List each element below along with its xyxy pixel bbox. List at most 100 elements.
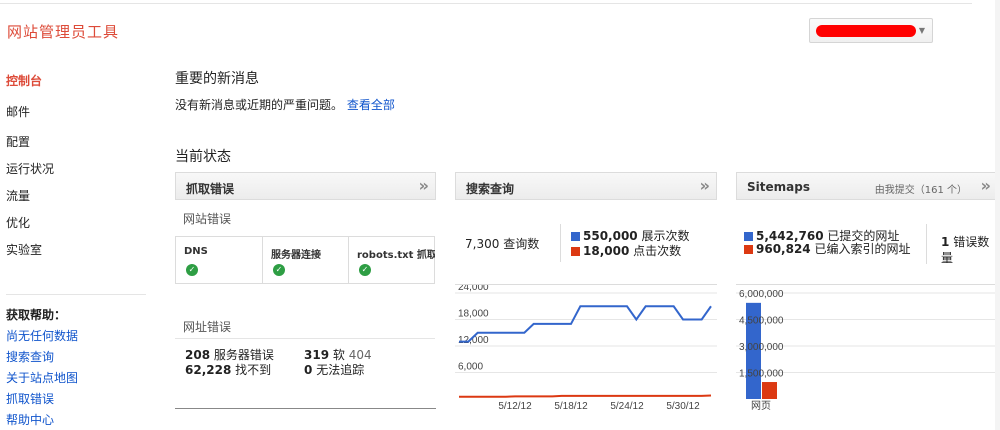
x-tick-label: 5/30/12: [666, 401, 700, 411]
double-chevron-right-icon[interactable]: »: [981, 176, 991, 195]
search-queries-card: 搜索查询 » 7,300 查询数 550,000 展示次数 18,000 点击次…: [455, 172, 717, 412]
clicks-label: 点击次数: [633, 244, 682, 258]
help-link-help-center[interactable]: 帮助中心: [6, 411, 54, 428]
sitemaps-chart: 6,000,000 4,500,000 3,000,000 1,500,000 网页: [736, 284, 998, 412]
impressions-count: 550,000: [583, 229, 638, 243]
impressions-swatch: [571, 232, 580, 241]
help-title: 获取帮助：: [6, 308, 67, 322]
crawl-errors-card: 抓取错误 » 网站错误 DNS ✓ 服务器连接 ✓ robots.txt 抓取 …: [175, 172, 436, 412]
clicks-count: 18,000: [583, 244, 630, 258]
site-errors-label: 网站错误: [183, 212, 232, 226]
x-tick-label: 网页: [751, 400, 771, 411]
scrollbar-track[interactable]: [995, 0, 1000, 430]
server-connectivity-label: 服务器连接: [271, 250, 321, 261]
x-tick-label: 5/12/12: [498, 401, 532, 411]
help-link-search-queries[interactable]: 搜索查询: [6, 348, 54, 365]
nav-item-configuration[interactable]: 配置: [6, 133, 30, 150]
nav-item-dashboard[interactable]: 控制台: [6, 72, 42, 89]
search-queries-header[interactable]: 搜索查询 »: [455, 172, 717, 200]
queries-stat: 7,300 查询数: [465, 235, 539, 252]
double-chevron-right-icon[interactable]: »: [419, 176, 429, 195]
stat-divider: [560, 224, 561, 262]
indexed-swatch: [744, 245, 753, 254]
crawl-errors-bottom-rule: [175, 408, 436, 409]
site-errors-table: DNS ✓ 服务器连接 ✓ robots.txt 抓取 ✓: [175, 236, 435, 284]
not-found-label: 找不到: [235, 363, 272, 377]
redacted-site-name: [816, 25, 916, 37]
y-tick-label: 3,000,000: [739, 342, 784, 353]
soft-404-code: 404: [348, 348, 372, 362]
submitted-count: 5,442,760: [756, 229, 824, 243]
server-connectivity-column: 服务器连接 ✓: [263, 237, 349, 283]
checkmark-icon: ✓: [273, 264, 285, 276]
dns-label: DNS: [184, 246, 208, 257]
url-errors-label: 网址错误: [183, 320, 232, 334]
server-errors-label: 服务器错误: [213, 348, 274, 362]
messages-title: 重要的新消息: [175, 71, 259, 87]
nav-divider: [6, 294, 146, 295]
view-all-link[interactable]: 查看全部: [347, 98, 395, 112]
not-followed-label: 无法追踪: [316, 363, 365, 377]
help-link-about-sitemaps[interactable]: 关于站点地图: [6, 369, 78, 386]
x-tick-label: 5/18/12: [554, 401, 588, 411]
indexed-legend: 960,824 已编入索引的网址: [744, 242, 924, 257]
clicks-swatch: [571, 247, 580, 256]
checkmark-icon: ✓: [359, 264, 371, 276]
sitemaps-subtitle: 由我提交（161 个）: [874, 185, 967, 196]
sitemaps-header[interactable]: Sitemaps 由我提交（161 个） »: [736, 172, 998, 200]
robots-fetch-label: robots.txt 抓取: [357, 250, 435, 261]
y-tick-label: 18,000: [458, 309, 489, 320]
sitemap-errors-label: 错误数量: [941, 235, 990, 265]
impressions-label: 展示次数: [641, 229, 690, 243]
nav-item-labs[interactable]: 实验室: [6, 241, 42, 258]
help-link-crawl-errors[interactable]: 抓取错误: [6, 390, 54, 407]
nav-item-optimization[interactable]: 优化: [6, 214, 30, 231]
search-queries-title: 搜索查询: [466, 182, 515, 196]
url-errors-divider: [175, 338, 435, 339]
nav-item-health[interactable]: 运行状况: [6, 160, 54, 177]
indexed-label: 已编入索引的网址: [814, 242, 911, 256]
checkmark-icon: ✓: [186, 264, 198, 276]
y-tick-label: 24,000: [458, 285, 489, 293]
server-errors-count: 208: [185, 348, 211, 362]
submitted-swatch: [744, 232, 753, 241]
crawl-errors-title: 抓取错误: [186, 182, 235, 196]
site-selector[interactable]: ▼: [809, 18, 933, 43]
chevron-down-icon: ▼: [918, 26, 925, 35]
sitemaps-card: Sitemaps 由我提交（161 个） » 5,442,760 已提交的网址 …: [736, 172, 998, 412]
search-queries-chart: 24,000 18,000 12,000 6,000 5/12/12 5/18/12 5/2…: [455, 284, 717, 412]
y-tick-label: 4,500,000: [739, 316, 784, 327]
app-title: 网站管理员工具: [7, 23, 120, 41]
crawl-errors-header[interactable]: 抓取错误 »: [175, 172, 436, 200]
line-chart-svg: 24,00018,00012,0006,0005/12/12 5/18/12 5/2…: [455, 285, 717, 411]
y-tick-label: 6,000,000: [739, 289, 784, 300]
submitted-label: 已提交的网址: [827, 229, 900, 243]
indexed-count: 960,824: [756, 242, 811, 256]
bar-chart-svg: 6,000,000 4,500,000 3,000,000 1,500,000 网页: [736, 289, 998, 411]
status-title: 当前状态: [175, 149, 231, 165]
nav-item-traffic[interactable]: 流量: [6, 187, 30, 204]
messages-body: 没有新消息或近期的严重问题。: [175, 98, 344, 112]
soft-404-label: 软: [332, 348, 345, 362]
not-found-stat[interactable]: 62,228 找不到: [185, 361, 271, 378]
top-rule: [0, 3, 972, 4]
dns-column: DNS ✓: [176, 237, 263, 283]
soft-404-count: 319: [304, 348, 330, 362]
queries-label: 查询数: [503, 237, 540, 251]
not-followed-count: 0: [304, 363, 313, 377]
sitemaps-title: Sitemaps: [747, 180, 810, 194]
x-tick-label: 5/24/12: [610, 401, 644, 411]
sitemaps-divider: [926, 224, 927, 264]
clicks-line: [459, 394, 712, 398]
sitemap-errors-stat: 1 错误数量: [941, 234, 993, 266]
double-chevron-right-icon[interactable]: »: [700, 176, 710, 195]
impressions-line: [459, 305, 712, 343]
sitemap-errors-count: 1: [941, 235, 950, 249]
not-found-count: 62,228: [185, 363, 232, 377]
robots-fetch-column: robots.txt 抓取 ✓: [349, 237, 435, 283]
not-followed-stat[interactable]: 0 无法追踪: [304, 361, 364, 378]
messages-text: 没有新消息或近期的严重问题。 查看全部: [175, 96, 395, 113]
queries-count: 7,300: [465, 237, 500, 251]
nav-item-messages[interactable]: 邮件: [6, 103, 30, 120]
help-link-no-data[interactable]: 尚无任何数据: [6, 327, 78, 344]
